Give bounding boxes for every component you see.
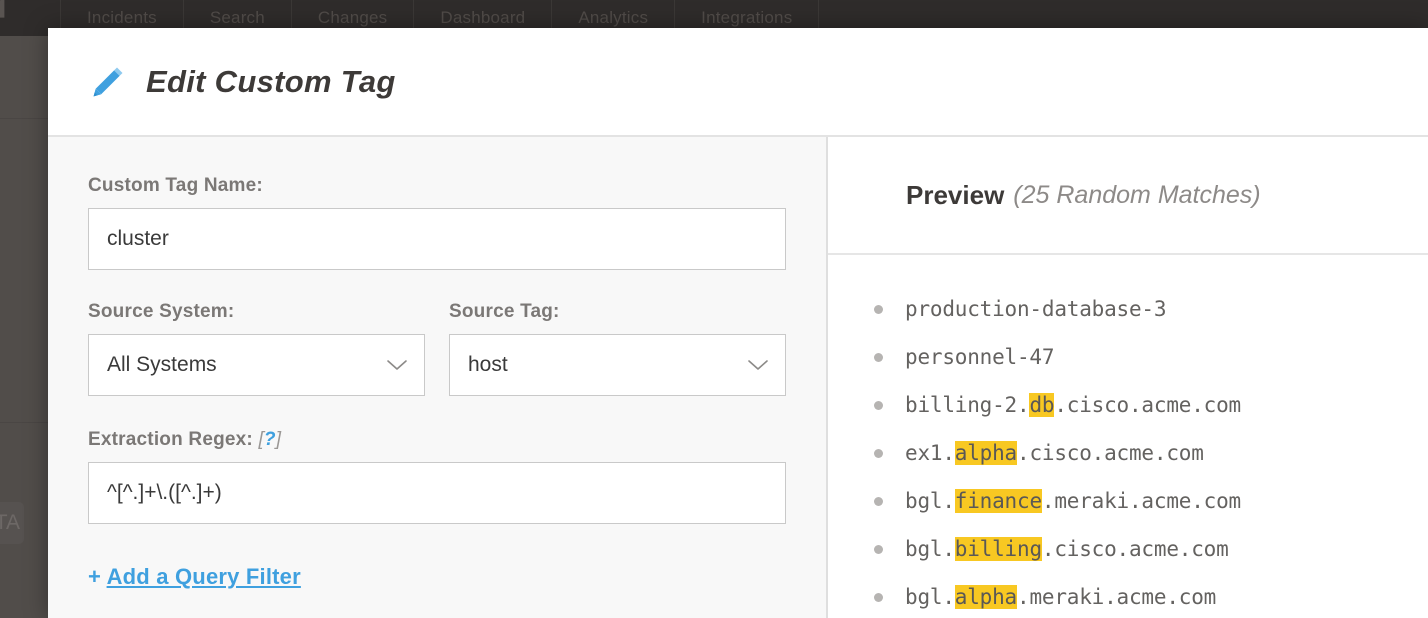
source-tag-select[interactable]: host [449, 334, 786, 396]
preview-list-item: bgl.billing.cisco.acme.com [828, 525, 1428, 573]
preview-item-match-highlight: finance [954, 489, 1042, 513]
preview-item-text: personnel-47 [905, 345, 1055, 369]
preview-item-prefix: billing-2. [905, 393, 1030, 417]
bullet-icon [874, 352, 883, 362]
custom-tag-name-value: cluster [107, 227, 169, 250]
bullet-icon [874, 592, 883, 602]
app-sidebar: TA [0, 36, 48, 618]
custom-tag-name-label: Custom Tag Name: [88, 175, 263, 196]
regex-help-bracket-close: ] [275, 429, 282, 450]
preview-item-prefix: personnel-47 [905, 345, 1055, 369]
extraction-regex-input[interactable]: ^[^.]+\.([^.]+) [88, 462, 786, 524]
source-system-select[interactable]: All Systems [88, 334, 425, 396]
dialog-title: Edit Custom Tag [146, 63, 396, 99]
preview-item-prefix: ex1. [905, 441, 955, 465]
preview-item-text: ex1.alpha.cisco.acme.com [905, 441, 1204, 465]
bullet-icon [874, 304, 883, 314]
preview-item-match-highlight: alpha [954, 441, 1017, 465]
bullet-icon [874, 496, 883, 506]
preview-item-prefix: bgl. [905, 537, 955, 561]
sidebar-divider [0, 422, 48, 423]
chevron-down-icon [748, 360, 768, 370]
sidebar-item-label: TA [0, 511, 20, 534]
preview-match-list: production-database-3 personnel-47 billing… [828, 255, 1428, 618]
sidebar-item-ta[interactable]: TA [0, 502, 24, 544]
extraction-regex-label: Extraction Regex: [?] [88, 429, 786, 451]
plus-icon: + [88, 564, 102, 589]
source-system-label: Source System: [88, 301, 235, 322]
preview-header: Preview (25 Random Matches) [828, 137, 1428, 255]
preview-subtitle: (25 Random Matches) [1013, 180, 1261, 209]
dialog-header: Edit Custom Tag [48, 28, 1428, 137]
preview-item-suffix: .meraki.acme.com [1017, 585, 1217, 609]
preview-panel: Preview (25 Random Matches) production-d… [828, 137, 1428, 618]
preview-list-item: bgl.finance.meraki.acme.com [828, 477, 1428, 525]
logo-glyph: ◢ [0, 0, 4, 18]
preview-item-suffix: .cisco.acme.com [1017, 441, 1204, 465]
add-query-filter-link[interactable]: + Add a Query Filter [88, 564, 301, 590]
extraction-regex-label-text: Extraction Regex: [88, 429, 253, 450]
preview-list-item: billing-2.db.cisco.acme.com [828, 381, 1428, 429]
preview-title: Preview [906, 179, 1005, 210]
source-tag-field: Source Tag: host [449, 301, 786, 396]
dialog-body: Custom Tag Name: cluster Source System: … [48, 137, 1428, 618]
custom-tag-form: Custom Tag Name: cluster Source System: … [48, 137, 828, 618]
preview-item-text: bgl.finance.meraki.acme.com [905, 489, 1241, 513]
preview-item-suffix: .cisco.acme.com [1054, 393, 1241, 417]
source-tag-value: host [468, 353, 508, 376]
preview-list-item: production-database-3 [828, 285, 1428, 333]
preview-item-prefix: bgl. [905, 489, 955, 513]
sidebar-divider [0, 118, 48, 119]
preview-item-match-highlight: db [1029, 393, 1055, 417]
preview-item-text: production-database-3 [905, 297, 1167, 321]
source-system-value: All Systems [107, 353, 217, 376]
preview-item-suffix: .meraki.acme.com [1041, 489, 1241, 513]
preview-item-text: billing-2.db.cisco.acme.com [905, 393, 1241, 417]
add-query-filter-label: Add a Query Filter [106, 564, 301, 589]
preview-list-item: ex1.alpha.cisco.acme.com [828, 429, 1428, 477]
preview-item-suffix: .cisco.acme.com [1041, 537, 1229, 561]
preview-list-item: personnel-47 [828, 333, 1428, 381]
bullet-icon [874, 544, 883, 554]
preview-item-prefix: production-database-3 [905, 297, 1167, 321]
source-system-field: Source System: All Systems [88, 301, 425, 396]
preview-item-text: bgl.alpha.meraki.acme.com [905, 585, 1216, 609]
extraction-regex-value: ^[^.]+\.([^.]+) [107, 481, 222, 504]
source-selectors-row: Source System: All Systems Source Tag: h… [88, 301, 786, 396]
pencil-icon [93, 67, 123, 96]
bullet-icon [874, 400, 883, 410]
preview-item-match-highlight: alpha [954, 585, 1017, 609]
custom-tag-name-input[interactable]: cluster [88, 208, 786, 270]
bullet-icon [874, 448, 883, 458]
chevron-down-icon [387, 360, 407, 370]
extraction-regex-field: Extraction Regex: [?] ^[^.]+\.([^.]+) [88, 429, 786, 524]
preview-item-text: bgl.billing.cisco.acme.com [905, 537, 1229, 561]
preview-item-match-highlight: billing [954, 537, 1042, 561]
regex-help-icon[interactable]: ? [264, 429, 276, 450]
preview-list-item: bgl.alpha.meraki.acme.com [828, 573, 1428, 618]
preview-item-prefix: bgl. [905, 585, 955, 609]
source-tag-label: Source Tag: [449, 301, 560, 322]
edit-custom-tag-dialog: Edit Custom Tag Custom Tag Name: cluster… [48, 28, 1428, 618]
